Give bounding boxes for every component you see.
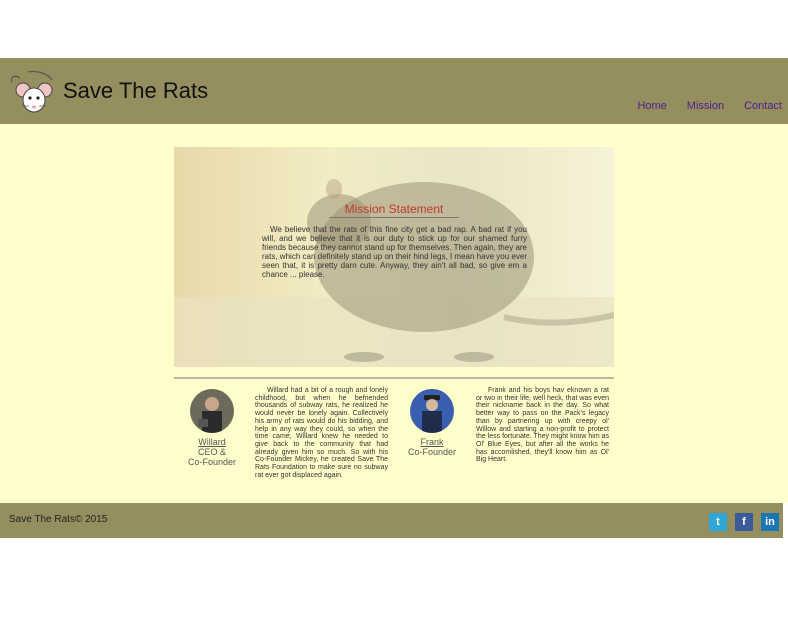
person-name-willard[interactable]: Willard	[182, 437, 242, 447]
nav-contact-link[interactable]: Contact	[744, 100, 782, 112]
section-divider	[174, 377, 614, 379]
bio-willard: Willard had a bit of a rough and lonely …	[255, 387, 388, 479]
person-card-frank: Frank Co-Founder	[402, 389, 462, 457]
main-content: Mission Statement We believe that the ra…	[0, 124, 788, 503]
nav-home-link[interactable]: Home	[637, 100, 666, 112]
site-footer: Save The Rats© 2015 t f in	[0, 503, 783, 538]
bio-frank: Frank and his boys hav eknown a rat or t…	[476, 387, 609, 464]
facebook-icon[interactable]: f	[735, 513, 753, 531]
mission-divider	[329, 217, 459, 218]
linkedin-icon[interactable]: in	[761, 513, 779, 531]
person-role-willard-line2: Co-Founder	[187, 457, 237, 467]
site-title: Save The Rats	[63, 78, 209, 103]
mission-title: Mission Statement	[344, 202, 444, 216]
avatar-willard	[190, 389, 234, 433]
copyright-text: Save The Rats© 2015	[9, 514, 108, 525]
mission-hero: Mission Statement We believe that the ra…	[174, 147, 614, 367]
person-name-frank[interactable]: Frank	[402, 437, 462, 447]
nav-mission-link[interactable]: Mission	[687, 100, 724, 112]
person-card-willard: Willard CEO & Co-Founder	[182, 389, 242, 467]
person-role-willard: CEO &	[197, 447, 226, 457]
main-nav: Home Mission Contact	[637, 100, 782, 112]
mission-text: We believe that the rats of this fine ci…	[262, 225, 527, 279]
social-links: t f in	[709, 513, 779, 531]
rat-logo-icon[interactable]	[8, 68, 56, 116]
site-header: Save The Rats Home Mission Contact	[0, 58, 788, 124]
twitter-icon[interactable]: t	[709, 513, 727, 531]
avatar-frank	[410, 389, 454, 433]
person-role-frank: Co-Founder	[407, 447, 457, 457]
